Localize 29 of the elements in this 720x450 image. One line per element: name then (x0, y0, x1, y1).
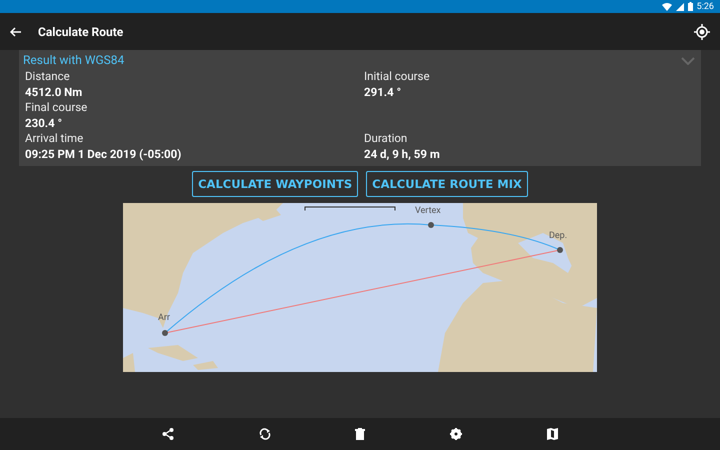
marker-label: Arr (158, 313, 170, 323)
refresh-icon[interactable] (258, 428, 271, 440)
field-label: Arrival time (25, 131, 84, 146)
settings-icon[interactable] (450, 428, 462, 440)
calculate-button[interactable]: CALCULATE ROUTE MIX (366, 171, 528, 197)
field-label: Initial course (364, 69, 430, 84)
field-value: 24 d, 9 h, 59 m (364, 146, 440, 162)
field-value: 230.4 ° (25, 115, 62, 131)
signal-icon (676, 2, 684, 10)
field-value: 09:25 PM 1 Dec 2019 (-05:00) (25, 146, 182, 162)
card-title: Result with WGS84 (23, 52, 124, 66)
trash-icon[interactable] (355, 428, 366, 440)
marker-label: Dep. (549, 231, 568, 241)
battery-icon (688, 2, 693, 11)
screen-title: Calculate Route (38, 24, 124, 38)
share-icon[interactable] (162, 428, 174, 440)
back-arrow-icon[interactable] (10, 26, 22, 36)
wifi-icon (662, 2, 672, 10)
clock: 5:26 (696, 2, 714, 12)
field-value: 4512.0 Nm (25, 84, 82, 100)
field-label: Final course (25, 100, 88, 115)
marker-label: Vertex (415, 206, 441, 216)
field-label: Duration (364, 131, 408, 146)
calculate-button[interactable]: CALCULATE WAYPOINTS (192, 171, 358, 197)
field-label: Distance (25, 69, 70, 84)
field-value: 291.4 ° (364, 84, 402, 100)
location-target-icon[interactable] (694, 24, 710, 40)
map-icon[interactable] (546, 428, 558, 440)
scale-bar-icon (305, 207, 395, 210)
